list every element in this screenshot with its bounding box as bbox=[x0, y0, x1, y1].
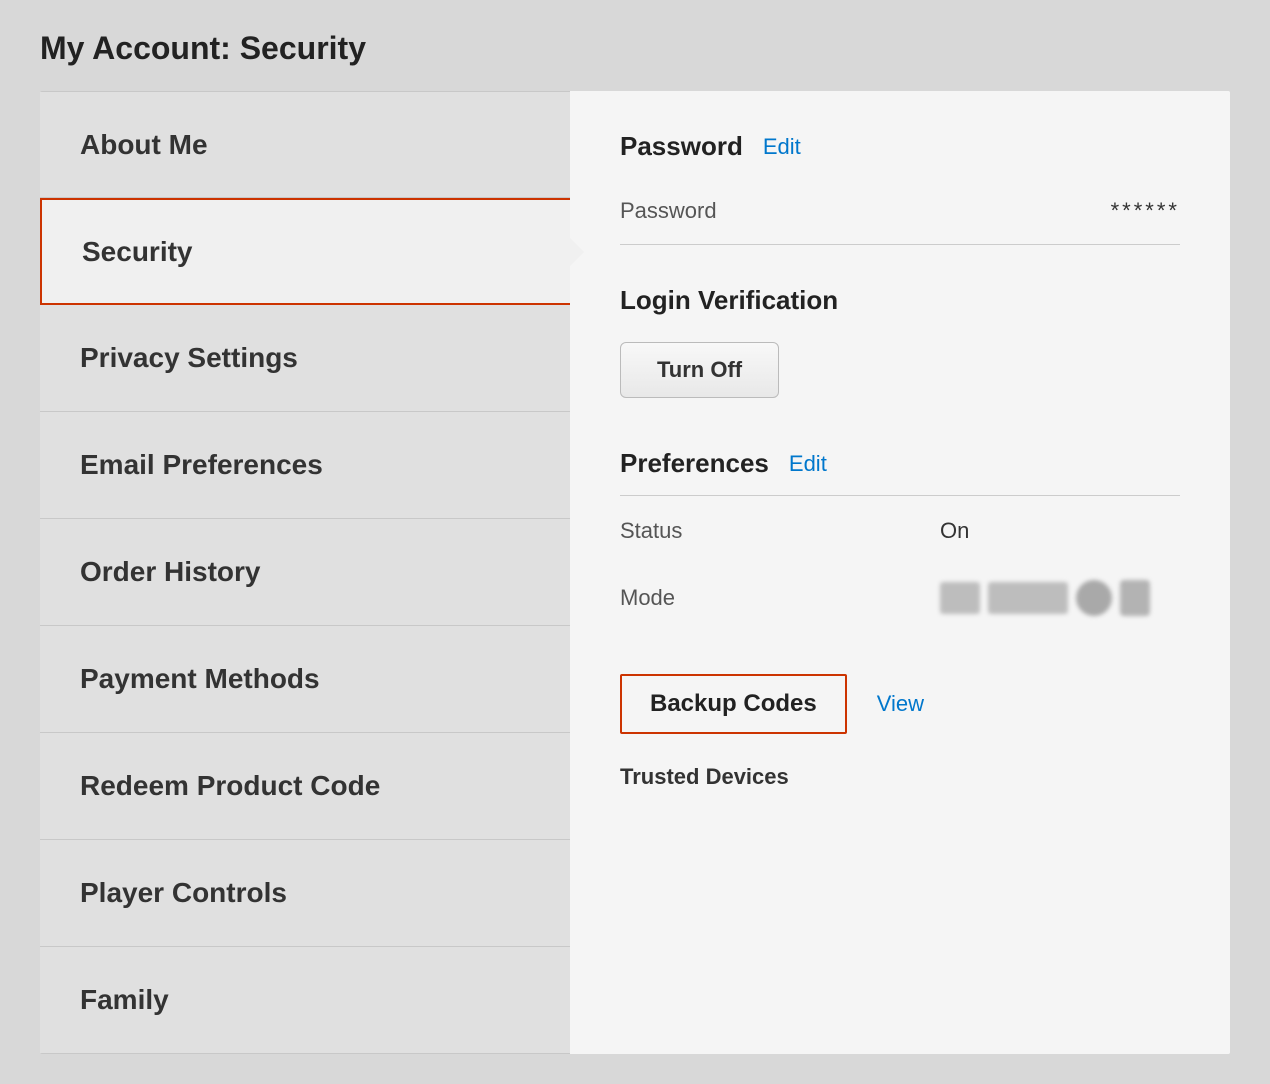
sidebar-item-redeem-product-code[interactable]: Redeem Product Code bbox=[40, 733, 570, 840]
status-label: Status bbox=[620, 518, 760, 544]
password-section: Password Edit Password ****** bbox=[620, 131, 1180, 245]
sidebar-item-label-email-preferences: Email Preferences bbox=[80, 449, 323, 481]
mode-icon-1 bbox=[940, 582, 980, 614]
password-section-title: Password bbox=[620, 131, 743, 162]
sidebar: About Me Security Privacy Settings Email Pr… bbox=[40, 91, 570, 1054]
mode-row: Mode bbox=[620, 562, 1180, 634]
sidebar-item-email-preferences[interactable]: Email Preferences bbox=[40, 412, 570, 519]
status-value: On bbox=[940, 518, 969, 544]
layout: About Me Security Privacy Settings Email Pr… bbox=[40, 91, 1230, 1054]
page-title: My Account: Security bbox=[40, 30, 1230, 67]
backup-codes-view-link[interactable]: View bbox=[877, 691, 924, 717]
sidebar-item-label-family: Family bbox=[80, 984, 169, 1016]
sidebar-item-label-payment-methods: Payment Methods bbox=[80, 663, 320, 695]
preferences-fields: Status On Mode bbox=[620, 495, 1180, 634]
sidebar-item-about-me[interactable]: About Me bbox=[40, 91, 570, 198]
main-content: Password Edit Password ****** Login Veri… bbox=[570, 91, 1230, 1054]
password-field-label: Password bbox=[620, 198, 717, 224]
mode-icon-2 bbox=[988, 582, 1068, 614]
sidebar-item-label-player-controls: Player Controls bbox=[80, 877, 287, 909]
page-wrapper: My Account: Security About Me Security Pri… bbox=[0, 0, 1270, 1084]
status-row: Status On bbox=[620, 500, 1180, 562]
login-verification-section: Login Verification Turn Off bbox=[620, 285, 1180, 408]
mode-icon-3 bbox=[1076, 580, 1112, 616]
login-verification-title: Login Verification bbox=[620, 285, 838, 316]
password-edit-link[interactable]: Edit bbox=[763, 134, 801, 160]
sidebar-item-label-order-history: Order History bbox=[80, 556, 261, 588]
sidebar-item-security[interactable]: Security bbox=[40, 198, 570, 305]
backup-codes-row: Backup Codes View bbox=[620, 674, 1180, 734]
login-verification-header: Login Verification bbox=[620, 285, 1180, 316]
preferences-section: Preferences Edit Status On Mode bbox=[620, 448, 1180, 634]
sidebar-item-label-redeem-product-code: Redeem Product Code bbox=[80, 770, 380, 802]
password-field-value: ****** bbox=[1111, 198, 1180, 224]
sidebar-item-label-about-me: About Me bbox=[80, 129, 208, 161]
password-field-row: Password ****** bbox=[620, 178, 1180, 245]
mode-label: Mode bbox=[620, 585, 760, 611]
mode-icons bbox=[940, 580, 1150, 616]
sidebar-item-order-history[interactable]: Order History bbox=[40, 519, 570, 626]
preferences-edit-link[interactable]: Edit bbox=[789, 451, 827, 477]
sidebar-item-player-controls[interactable]: Player Controls bbox=[40, 840, 570, 947]
trusted-devices-title: Trusted Devices bbox=[620, 764, 1180, 790]
backup-codes-label: Backup Codes bbox=[620, 674, 847, 734]
sidebar-item-label-security: Security bbox=[82, 236, 193, 268]
preferences-section-header: Preferences Edit bbox=[620, 448, 1180, 479]
sidebar-item-privacy-settings[interactable]: Privacy Settings bbox=[40, 305, 570, 412]
turn-off-button[interactable]: Turn Off bbox=[620, 342, 779, 398]
password-section-header: Password Edit bbox=[620, 131, 1180, 162]
sidebar-item-label-privacy-settings: Privacy Settings bbox=[80, 342, 298, 374]
sidebar-item-family[interactable]: Family bbox=[40, 947, 570, 1054]
preferences-title: Preferences bbox=[620, 448, 769, 479]
mode-icon-4 bbox=[1120, 580, 1150, 616]
sidebar-item-payment-methods[interactable]: Payment Methods bbox=[40, 626, 570, 733]
